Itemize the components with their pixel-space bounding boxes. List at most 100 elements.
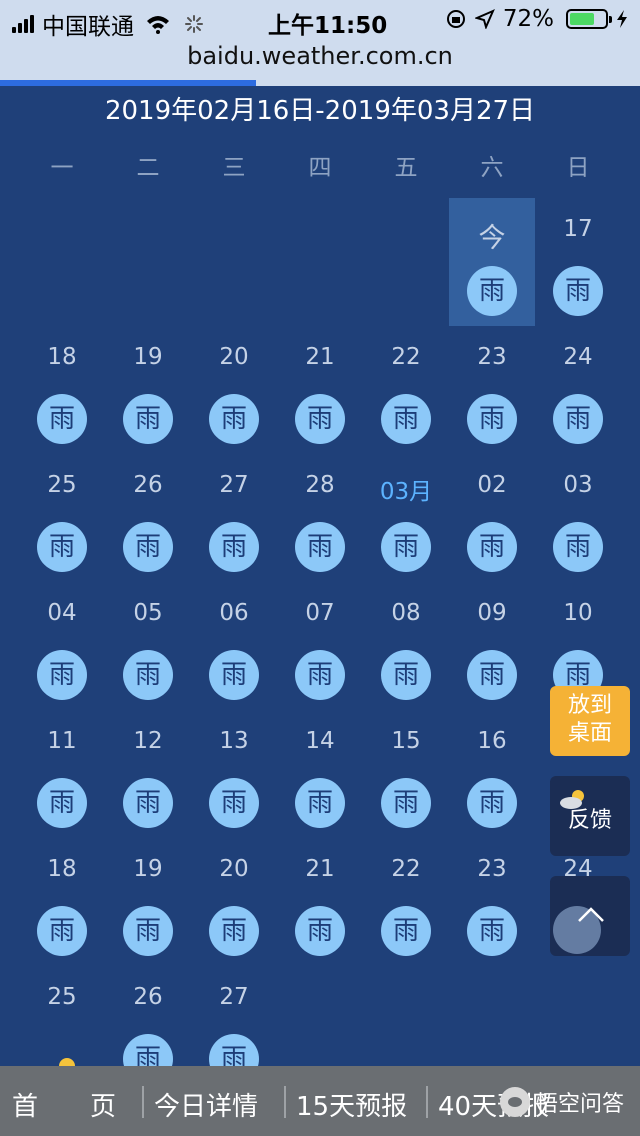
page-load-bar [0,80,640,86]
weekday-label: 三 [222,155,246,181]
calendar-day[interactable]: 26 雨 [105,454,191,582]
rain-badge: 雨 [123,394,173,444]
location-icon [474,9,495,29]
rain-badge: 雨 [209,650,259,700]
wukong-logo-icon [500,1087,530,1117]
rain-badge: 雨 [209,522,259,572]
calendar-day[interactable]: 25 雨 [19,454,105,582]
rain-badge: 雨 [209,394,259,444]
day-number: 11 [47,728,77,754]
calendar-day[interactable]: 02 雨 [449,454,535,582]
rain-badge: 雨 [553,266,603,316]
rain-badge: 雨 [209,778,259,828]
rain-badge: 雨 [467,266,517,316]
weekday-label: 六 [480,155,504,181]
calendar-day[interactable]: 13 雨 [191,710,277,838]
weekday-label: 一 [50,155,74,181]
day-number: 21 [305,856,335,882]
calendar-day[interactable]: 11 雨 [19,710,105,838]
rain-badge: 雨 [381,522,431,572]
day-number: 06 [219,600,249,626]
battery-icon [566,9,612,29]
calendar-day[interactable]: 20 雨 [191,326,277,454]
day-number: 26 [133,472,163,498]
rain-badge: 雨 [37,522,87,572]
calendar-day[interactable]: 24 雨 [535,326,621,454]
calendar-day[interactable]: 08 雨 [363,582,449,710]
day-number: 13 [219,728,249,754]
signal-icon [12,15,34,33]
nav-today-details[interactable]: 今日详情 [154,1086,258,1123]
loading-spinner-icon [185,15,203,33]
rain-badge: 雨 [295,906,345,956]
day-number: 27 [219,472,249,498]
day-number: 28 [305,472,335,498]
calendar-day[interactable]: 14 雨 [277,710,363,838]
nav-15-day-forecast[interactable]: 15天预报 [296,1086,407,1123]
feedback-label: 反馈 [567,808,612,833]
day-number: 15 [391,728,421,754]
watermark-text: 悟空问答 [536,1092,625,1117]
calendar-day[interactable]: 27 雨 [191,454,277,582]
calendar-day[interactable]: 04 雨 [19,582,105,710]
rain-badge: 雨 [381,650,431,700]
rain-badge: 雨 [37,906,87,956]
rain-badge: 雨 [467,522,517,572]
calendar-day[interactable]: 16 雨 [449,710,535,838]
day-number: 19 [133,344,163,370]
nav-home[interactable]: 首 页 [12,1086,116,1123]
day-number: 26 [133,984,163,1010]
calendar-day[interactable]: 17 雨 [535,198,621,326]
calendar-day-today[interactable]: 今雨 [449,198,535,326]
rain-badge: 雨 [37,394,87,444]
calendar-day[interactable]: 05 雨 [105,582,191,710]
calendar-day[interactable]: 07 雨 [277,582,363,710]
address-bar[interactable]: baidu.weather.com.cn [0,40,640,80]
date-range-title: 2019年02月16日-2019年03月27日 [104,96,536,126]
calendar-day[interactable]: 15 雨 [363,710,449,838]
calendar-day[interactable]: 06 雨 [191,582,277,710]
day-number: 22 [391,344,421,370]
calendar-day[interactable]: 18 雨 [19,838,105,966]
rain-badge: 雨 [123,906,173,956]
day-number: 23 [477,856,507,882]
calendar-day[interactable]: 23 雨 [449,838,535,966]
calendar-day[interactable]: 19 雨 [105,838,191,966]
weekday-label: 日 [566,155,590,181]
rain-badge: 雨 [295,394,345,444]
wifi-icon [147,16,169,34]
calendar-day[interactable]: 18 雨 [19,326,105,454]
calendar-day[interactable]: 03月雨 [363,454,449,582]
calendar-day[interactable]: 03 雨 [535,454,621,582]
calendar-day[interactable]: 22 雨 [363,838,449,966]
rain-badge: 雨 [37,650,87,700]
day-number: 07 [305,600,335,626]
rain-badge: 雨 [467,778,517,828]
battery-percent: 72% [502,6,554,32]
calendar-day[interactable]: 20 雨 [191,838,277,966]
calendar-day[interactable]: 23 雨 [449,326,535,454]
add-to-desktop-button[interactable]: 放到 桌面 [550,686,630,756]
day-number: 02 [477,472,507,498]
calendar-day[interactable]: 12 雨 [105,710,191,838]
rain-badge: 雨 [37,778,87,828]
feedback-button[interactable]: 反馈 [550,776,630,856]
weekday-label: 二 [136,155,160,181]
weekday-header: 一二三四五六日 [0,148,640,184]
back-to-top-button[interactable] [550,876,630,956]
day-number: 09 [477,600,507,626]
rain-badge: 雨 [209,906,259,956]
calendar-day[interactable]: 22 雨 [363,326,449,454]
rain-badge: 雨 [295,522,345,572]
day-number: 22 [391,856,421,882]
calendar-day[interactable]: 28 雨 [277,454,363,582]
day-number: 20 [219,856,249,882]
calendar-day[interactable]: 21 雨 [277,838,363,966]
rain-badge: 雨 [123,650,173,700]
calendar-day[interactable]: 19 雨 [105,326,191,454]
day-number: 17 [563,216,593,242]
weekday-label: 五 [394,155,418,181]
day-number: 16 [477,728,507,754]
calendar-day[interactable]: 21 雨 [277,326,363,454]
calendar-day[interactable]: 09 雨 [449,582,535,710]
